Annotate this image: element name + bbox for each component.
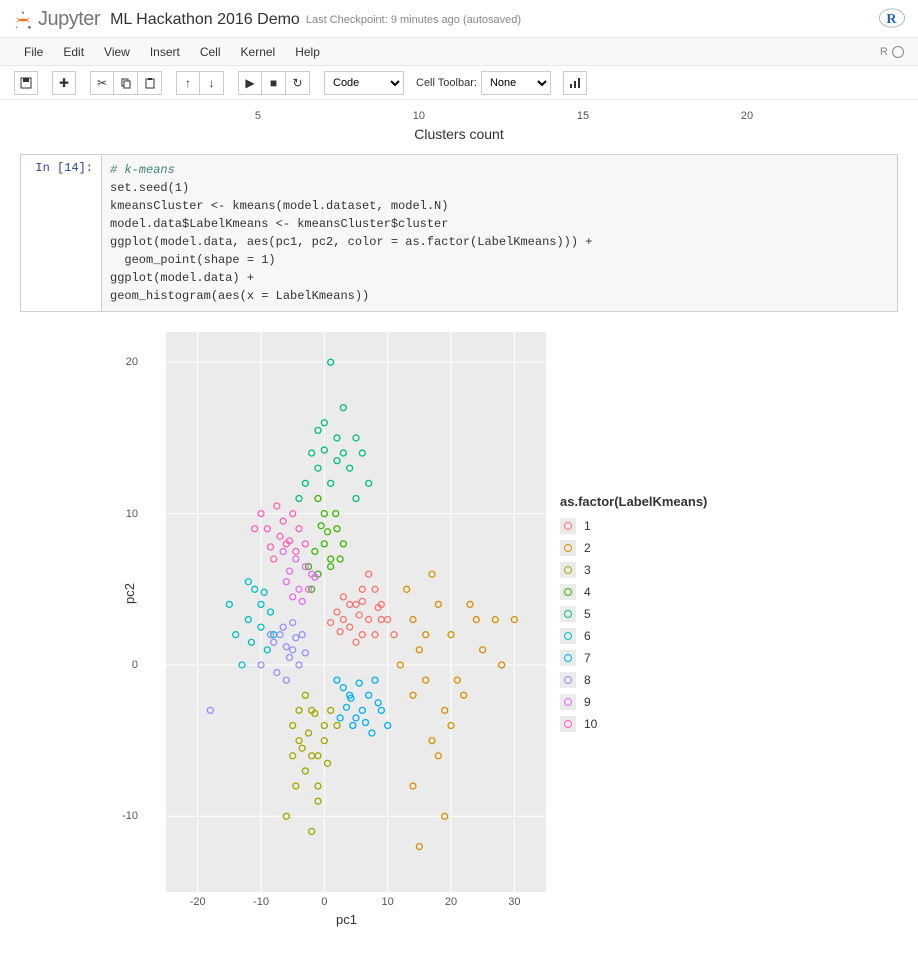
input-prompt: In [14]:	[21, 155, 101, 311]
menu-kernel[interactable]: Kernel	[231, 41, 286, 63]
code-editor[interactable]: # k-meansset.seed(1)kmeansCluster <- kme…	[101, 155, 897, 311]
legend-label: 8	[584, 673, 591, 687]
menu-edit[interactable]: Edit	[53, 41, 94, 63]
cell-type-select[interactable]: Code	[324, 71, 404, 95]
run-button[interactable]: ▶	[238, 71, 262, 95]
cut-button[interactable]: ✂	[90, 71, 114, 95]
kernel-indicator: R	[880, 46, 904, 58]
move-up-button[interactable]: ↑	[176, 71, 200, 95]
legend-item: 5	[560, 603, 707, 625]
prev-tick: 5	[255, 110, 261, 122]
legend-item: 1	[560, 515, 707, 537]
x-tick: 10	[382, 896, 394, 908]
legend-label: 7	[584, 651, 591, 665]
stop-button[interactable]: ■	[262, 71, 286, 95]
paste-button[interactable]	[138, 71, 162, 95]
menu-insert[interactable]: Insert	[140, 41, 190, 63]
code-cell[interactable]: In [14]: # k-meansset.seed(1)kmeansClust…	[20, 154, 898, 312]
menu-view[interactable]: View	[94, 41, 140, 63]
legend-label: 4	[584, 585, 591, 599]
legend: as.factor(LabelKmeans) 1 2 3 4 5 6 7 8 9 10	[560, 494, 707, 735]
prev-tick: 20	[741, 110, 753, 122]
x-tick: 0	[321, 896, 327, 908]
kernel-status-icon	[892, 46, 904, 58]
notebook-name[interactable]: ML Hackathon 2016 Demo	[110, 11, 300, 29]
output-area: pc2 pc1 -10 0 10 20 -20 -10 0 10 20 30 as.factor…	[100, 324, 898, 924]
notebook-area: 5 10 15 20 Clusters count In [14]: # k-m…	[0, 100, 918, 954]
y-axis-label: pc2	[122, 583, 137, 604]
cell-toolbar-label: Cell Toolbar:	[416, 77, 477, 89]
legend-label: 2	[584, 541, 591, 555]
kernel-name: R	[880, 46, 888, 58]
menubar: File Edit View Insert Cell Kernel Help R	[0, 38, 918, 66]
chart-button[interactable]	[563, 71, 587, 95]
menu-cell[interactable]: Cell	[190, 41, 231, 63]
notebook-header: Jupyter ML Hackathon 2016 Demo Last Chec…	[0, 0, 918, 38]
checkpoint-info: Last Checkpoint: 9 minutes ago (autosave…	[306, 14, 521, 26]
y-tick: 0	[132, 659, 138, 671]
y-tick: 10	[126, 508, 138, 520]
legend-item: 2	[560, 537, 707, 559]
scatter-plot: pc2 pc1 -10 0 10 20 -20 -10 0 10 20 30 as.factor…	[100, 324, 780, 924]
prev-tick: 15	[577, 110, 589, 122]
legend-item: 9	[560, 691, 707, 713]
y-tick: 20	[126, 356, 138, 368]
y-tick: -10	[122, 810, 138, 822]
legend-item: 8	[560, 669, 707, 691]
prev-xlabel: Clusters count	[29, 126, 889, 142]
previous-output-fragment: 5 10 15 20 Clusters count	[29, 110, 889, 142]
legend-title: as.factor(LabelKmeans)	[560, 494, 707, 509]
x-tick: -10	[253, 896, 269, 908]
restart-button[interactable]: ↻	[286, 71, 310, 95]
legend-label: 6	[584, 629, 591, 643]
legend-item: 10	[560, 713, 707, 735]
legend-label: 9	[584, 695, 591, 709]
add-cell-button[interactable]: ✚	[52, 71, 76, 95]
jupyter-logo[interactable]: Jupyter	[12, 8, 100, 31]
legend-item: 7	[560, 647, 707, 669]
legend-item: 4	[560, 581, 707, 603]
x-tick: 20	[445, 896, 457, 908]
menu-help[interactable]: Help	[285, 41, 330, 63]
brand-text: Jupyter	[38, 8, 100, 31]
legend-label: 3	[584, 563, 591, 577]
legend-item: 3	[560, 559, 707, 581]
x-tick: 30	[508, 896, 520, 908]
legend-label: 10	[584, 717, 597, 731]
cell-toolbar-select[interactable]: None	[481, 71, 551, 95]
move-down-button[interactable]: ↓	[200, 71, 224, 95]
legend-label: 5	[584, 607, 591, 621]
save-button[interactable]	[14, 71, 38, 95]
legend-label: 1	[584, 519, 591, 533]
toolbar: ✚ ✂ ↑ ↓ ▶ ■ ↻ Code Cell Toolbar: None	[0, 66, 918, 100]
copy-button[interactable]	[114, 71, 138, 95]
menu-file[interactable]: File	[14, 41, 53, 63]
x-tick: -20	[190, 896, 206, 908]
legend-item: 6	[560, 625, 707, 647]
x-axis-label: pc1	[336, 912, 357, 927]
kernel-logo: R	[878, 6, 906, 33]
prev-tick: 10	[413, 110, 425, 122]
svg-text:R: R	[886, 12, 897, 27]
